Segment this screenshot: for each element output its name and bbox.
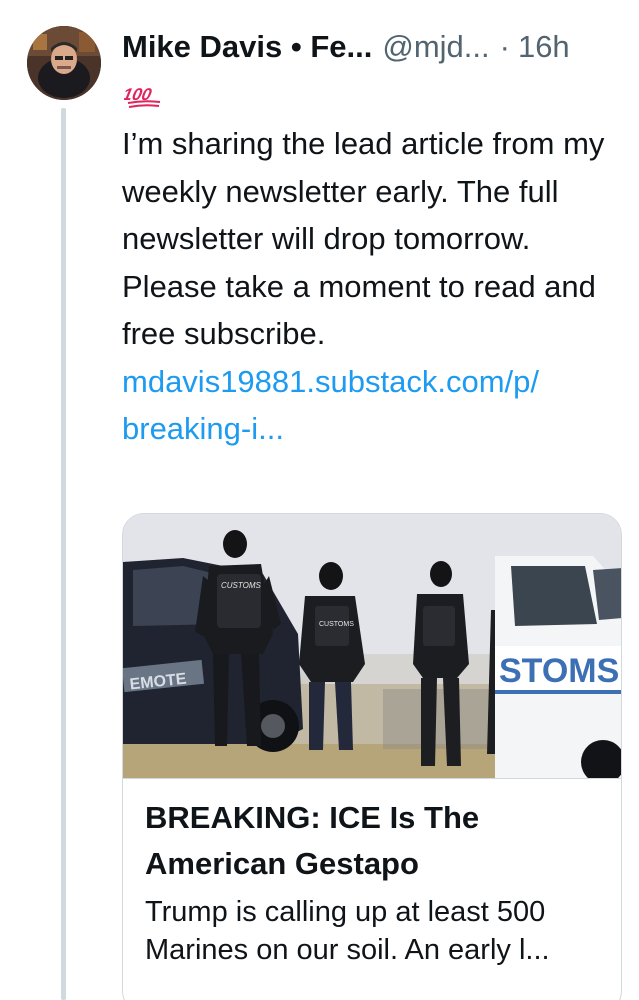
- tweet-link-line1[interactable]: mdavis19881.substack.com/p/: [122, 364, 539, 399]
- card-image[interactable]: EMOTE CUSTOMS CUSTOMS STOMS: [123, 514, 621, 778]
- card-description: Trump is calling up at least 500 Marines…: [145, 893, 599, 969]
- thread-line: [61, 108, 66, 1000]
- tweet-text: I’m sharing the lead article from my wee…: [122, 126, 605, 351]
- tweet[interactable]: Mike Davis • Fe... @mjd... · 16h 100 I’m…: [0, 0, 639, 1000]
- tweet-header: Mike Davis • Fe... @mjd... · 16h: [122, 24, 627, 70]
- display-name[interactable]: Mike Davis • Fe...: [122, 24, 372, 70]
- avatar-image: [27, 26, 101, 100]
- tweet-link-line2[interactable]: breaking-i...: [122, 411, 284, 446]
- hundred-points-icon: 100: [124, 84, 161, 108]
- link-preview-card[interactable]: EMOTE CUSTOMS CUSTOMS STOMS BREAKING: IC…: [122, 513, 622, 1000]
- timestamp[interactable]: 16h: [518, 24, 570, 70]
- card-title[interactable]: BREAKING: ICE Is The American Gestapo: [145, 795, 599, 887]
- vest-text-1: CUSTOMS: [221, 581, 262, 590]
- card-description-line2: Marines on our soil. An early l...: [145, 934, 550, 966]
- avatar[interactable]: [27, 26, 101, 100]
- tweet-body: I’m sharing the lead article from my wee…: [122, 120, 622, 453]
- card-description-line1: Trump is calling up at least 500: [145, 896, 546, 928]
- tweet-link[interactable]: mdavis19881.substack.com/p/ breaking-i..…: [122, 358, 622, 453]
- vest-text-2: CUSTOMS: [319, 621, 354, 628]
- handle[interactable]: @mjd...: [382, 24, 489, 70]
- van-text: STOMS: [499, 652, 619, 690]
- card-body[interactable]: BREAKING: ICE Is The American Gestapo Tr…: [123, 778, 621, 969]
- header-separator: ·: [499, 29, 510, 64]
